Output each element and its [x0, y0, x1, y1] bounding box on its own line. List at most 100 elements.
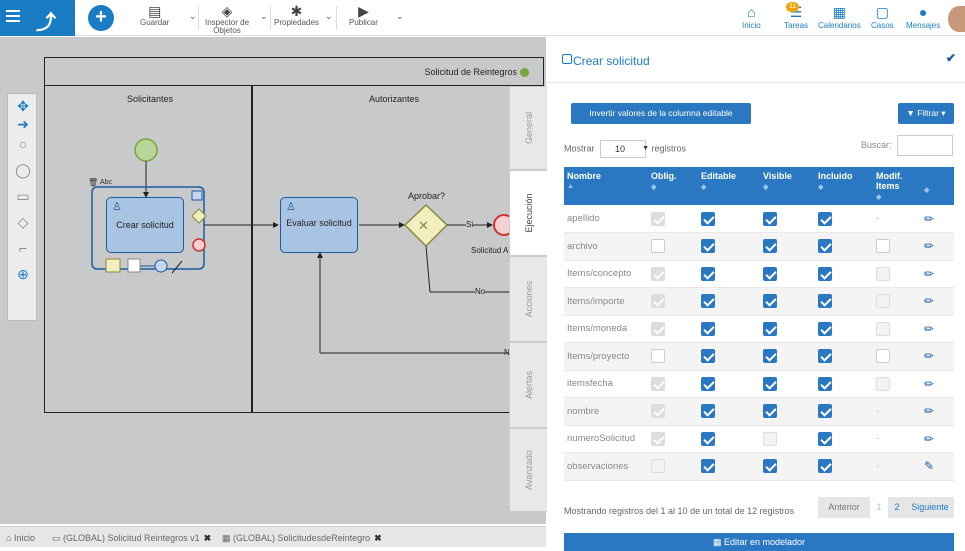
close-icon[interactable]: ✖: [204, 533, 212, 543]
incluido-checkbox[interactable]: [818, 211, 832, 226]
modif-checkbox[interactable]: [876, 239, 890, 254]
col-editable-label: Editable: [701, 171, 737, 181]
tab-avanzado[interactable]: Avanzado: [509, 428, 547, 512]
nav-calendarios[interactable]: ▦ Calendarios: [818, 3, 861, 30]
pager-prev-button[interactable]: Anterior: [818, 497, 870, 518]
editable-checkbox[interactable]: [701, 349, 715, 364]
task-evaluar-solicitud[interactable]: ♙ Evaluar solicitud: [280, 197, 358, 253]
pager-next-button[interactable]: Siguiente: [906, 497, 954, 518]
save-button[interactable]: ▤ Guardar: [140, 3, 169, 27]
incluido-checkbox[interactable]: [818, 266, 832, 281]
editable-checkbox[interactable]: [701, 239, 715, 254]
visible-checkbox[interactable]: [763, 266, 777, 281]
diagram-canvas[interactable]: ✥ ➜ ○ ◯ ▭ ◇ ⌐ ⊕ Solicitud de Reintegros …: [0, 37, 546, 524]
editable-checkbox[interactable]: [701, 431, 715, 446]
inspector-dropdown-chevron-icon[interactable]: ⌄: [260, 12, 268, 21]
save-dropdown-chevron-icon[interactable]: ⌄: [189, 12, 197, 21]
nav-casos[interactable]: ▢ Casos: [871, 3, 894, 30]
col-oblig[interactable]: Oblig. ◆: [648, 167, 698, 205]
user-avatar[interactable]: [948, 6, 965, 32]
incluido-checkbox[interactable]: [818, 459, 832, 474]
trash-icon[interactable]: 🗑: [88, 178, 98, 187]
editable-cell: [698, 287, 760, 316]
col-editable[interactable]: Editable ◆: [698, 167, 760, 205]
table-row: itemsfecha ✏: [564, 370, 954, 398]
tab-acciones[interactable]: Acciones: [509, 256, 547, 342]
col-incluido[interactable]: Incluido ◆: [815, 167, 873, 205]
confirm-check-icon[interactable]: ✔: [946, 51, 956, 65]
col-visible[interactable]: Visible ◆: [760, 167, 815, 205]
pager-page-2[interactable]: 2: [888, 497, 906, 518]
editable-checkbox[interactable]: [701, 404, 715, 419]
incluido-checkbox[interactable]: [818, 349, 832, 364]
visible-checkbox[interactable]: [763, 294, 777, 309]
edit-in-modeler-button[interactable]: ▦ Editar en modelador: [564, 533, 954, 551]
editable-checkbox[interactable]: [701, 321, 715, 336]
editable-checkbox[interactable]: [701, 211, 715, 226]
incluido-checkbox[interactable]: [818, 431, 832, 446]
page-size-select[interactable]: 10 ▼: [600, 140, 649, 158]
edit-items-icon[interactable]: ✎: [924, 459, 934, 473]
search-input[interactable]: [897, 135, 953, 156]
col-modif-items[interactable]: Modif. Items ◆: [873, 167, 921, 205]
close-icon[interactable]: ✖: [374, 533, 382, 543]
visible-checkbox[interactable]: [763, 211, 777, 226]
visible-checkbox[interactable]: [763, 349, 777, 364]
doc-tab-entity[interactable]: ▦ (GLOBAL) SolicitudesdeReintegro ✖: [222, 533, 382, 544]
tab-ejecucion[interactable]: Ejecución: [509, 170, 547, 256]
properties-dropdown-chevron-icon[interactable]: ⌄: [325, 12, 333, 21]
edit-pencil-icon[interactable]: ✏: [924, 377, 934, 391]
nav-tareas[interactable]: 11 ☰ Tareas: [784, 2, 808, 30]
visible-checkbox[interactable]: [763, 239, 777, 254]
visible-checkbox[interactable]: [763, 459, 777, 474]
edit-pencil-icon[interactable]: ✏: [924, 267, 934, 281]
edit-pencil-icon[interactable]: ✏: [924, 239, 934, 253]
editable-checkbox[interactable]: [701, 266, 715, 281]
home-tab[interactable]: ⌂ Inicio: [6, 533, 35, 543]
pager-page-1[interactable]: 1: [870, 497, 888, 518]
add-button[interactable]: +: [88, 5, 114, 31]
oblig-checkbox[interactable]: [651, 349, 665, 364]
modif-checkbox[interactable]: [876, 349, 890, 364]
doc-tab-process[interactable]: ▭ (GLOBAL) Solicitud Reintegros v1 ✖: [52, 533, 211, 544]
tab-general[interactable]: General: [509, 86, 547, 170]
incluido-checkbox[interactable]: [818, 404, 832, 419]
hamburger-menu-icon[interactable]: [6, 10, 20, 24]
incluido-checkbox[interactable]: [818, 294, 832, 309]
visible-checkbox[interactable]: [763, 376, 777, 391]
incluido-checkbox[interactable]: [818, 239, 832, 254]
oblig-checkbox[interactable]: [651, 239, 665, 254]
edit-pencil-icon[interactable]: ✏: [924, 432, 934, 446]
col-nombre[interactable]: Nombre ▲: [564, 167, 648, 205]
incluido-checkbox[interactable]: [818, 376, 832, 391]
editable-checkbox[interactable]: [701, 294, 715, 309]
start-event[interactable]: [134, 138, 158, 162]
task-crear-solicitud[interactable]: ♙ Crear solicitud: [106, 197, 184, 253]
edit-pencil-icon[interactable]: ✏: [924, 404, 934, 418]
modeler-logo-icon[interactable]: ⤴: [36, 6, 56, 35]
nav-mensajes[interactable]: ● Mensajes: [906, 3, 940, 30]
filter-button[interactable]: ▼ Filtrar ▾: [898, 103, 954, 124]
svg-text:✕: ✕: [418, 218, 429, 233]
visible-checkbox[interactable]: [763, 404, 777, 419]
publish-dropdown-chevron-icon[interactable]: ⌄: [396, 12, 404, 21]
actions-cell: ✏: [921, 425, 954, 453]
incluido-checkbox[interactable]: [818, 321, 832, 336]
invert-editable-button[interactable]: Invertir valores de la columna editable: [571, 103, 751, 124]
edit-pencil-icon[interactable]: ✏: [924, 349, 934, 363]
editable-checkbox[interactable]: [701, 376, 715, 391]
object-inspector-button[interactable]: ◈ Inspector de Objetos: [204, 3, 250, 35]
task-icon: [562, 54, 572, 64]
visible-checkbox[interactable]: [763, 321, 777, 336]
visible-checkbox: [763, 431, 777, 446]
editable-checkbox[interactable]: [701, 459, 715, 474]
nav-inicio[interactable]: ⌂ Inicio: [742, 3, 761, 30]
col-modif-label: Modif. Items: [876, 171, 903, 191]
edit-pencil-icon[interactable]: ✏: [924, 322, 934, 336]
edit-pencil-icon[interactable]: ✏: [924, 212, 934, 226]
properties-button[interactable]: ✱ Propiedades: [274, 3, 319, 27]
tab-alertas[interactable]: Alertas: [509, 342, 547, 428]
edit-pencil-icon[interactable]: ✏: [924, 294, 934, 308]
field-name-cell: numeroSolicitud: [564, 425, 648, 453]
publish-button[interactable]: ▶ Publicar: [349, 3, 378, 27]
